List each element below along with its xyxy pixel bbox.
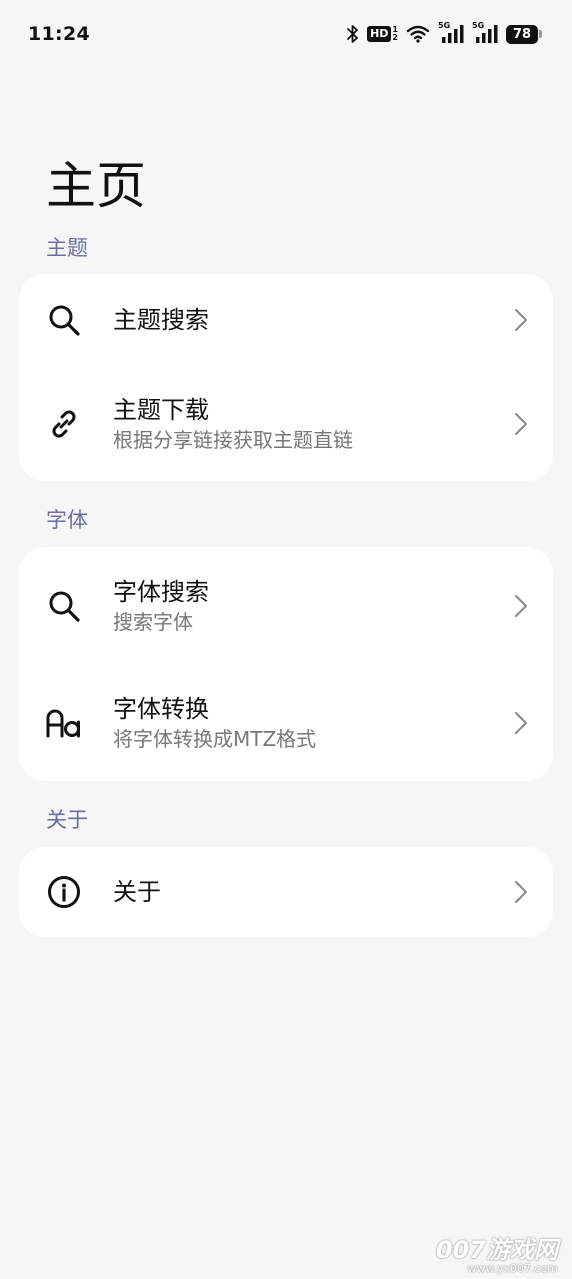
wifi-icon [406, 25, 430, 43]
search-icon [46, 588, 82, 624]
font-convert-title: 字体转换 [113, 694, 209, 723]
chevron-right-icon [513, 307, 529, 333]
theme-download-subtitle: 根据分享链接获取主题直链 [113, 427, 353, 452]
theme-search-title: 主题搜索 [113, 306, 209, 334]
watermark-main: 007游戏网 [435, 1236, 558, 1264]
about-title: 关于 [113, 878, 161, 906]
hd-label: HD [367, 26, 392, 42]
font-search-item[interactable]: 字体搜索 搜索字体 [19, 547, 553, 664]
about-item[interactable]: 关于 [19, 847, 553, 937]
hd-bottom: 2 [392, 33, 398, 42]
cellular-signal-icon-1: 5G [438, 21, 464, 44]
status-bar: 11:24 HD 1 2 5G 5G 78 [28, 18, 542, 50]
status-time: 11:24 [28, 23, 90, 45]
font-convert-item[interactable]: 字体转换 将字体转换成MTZ格式 [19, 664, 553, 781]
battery-level: 78 [506, 24, 538, 44]
font-search-title: 字体搜索 [113, 577, 209, 606]
chevron-right-icon [513, 411, 529, 437]
font-aa-icon [46, 705, 82, 741]
font-search-subtitle: 搜索字体 [113, 609, 193, 634]
link-icon [46, 406, 82, 442]
signal1-label: 5G [438, 21, 451, 30]
watermark-url: www.yx007.com [467, 1262, 558, 1275]
theme-download-title: 主题下载 [113, 395, 209, 424]
chevron-right-icon [513, 879, 529, 905]
info-icon [46, 874, 82, 910]
page-title: 主页 [46, 157, 146, 215]
theme-download-item[interactable]: 主题下载 根据分享链接获取主题直链 [19, 366, 553, 481]
search-icon [46, 302, 82, 338]
font-card: 字体搜索 搜索字体 字体转换 将字体转换成MTZ格式 [19, 547, 553, 781]
section-label-theme: 主题 [46, 236, 88, 260]
section-label-about: 关于 [46, 808, 88, 832]
chevron-right-icon [513, 710, 529, 736]
watermark: 007游戏网 www.yx007.com [436, 1237, 558, 1275]
bluetooth-icon [347, 24, 359, 44]
battery-icon: 78 [506, 24, 542, 44]
signal2-label: 5G [472, 21, 485, 30]
theme-search-item[interactable]: 主题搜索 [19, 274, 553, 366]
about-card: 关于 [19, 847, 553, 937]
section-label-font: 字体 [46, 508, 88, 532]
theme-card: 主题搜索 主题下载 根据分享链接获取主题直链 [19, 274, 553, 481]
cellular-signal-icon-2: 5G [472, 21, 498, 44]
hd-voice-icon: HD 1 2 [367, 26, 398, 42]
chevron-right-icon [513, 593, 529, 619]
font-convert-subtitle: 将字体转换成MTZ格式 [113, 726, 317, 751]
status-icons: HD 1 2 5G 5G 78 [347, 21, 542, 44]
